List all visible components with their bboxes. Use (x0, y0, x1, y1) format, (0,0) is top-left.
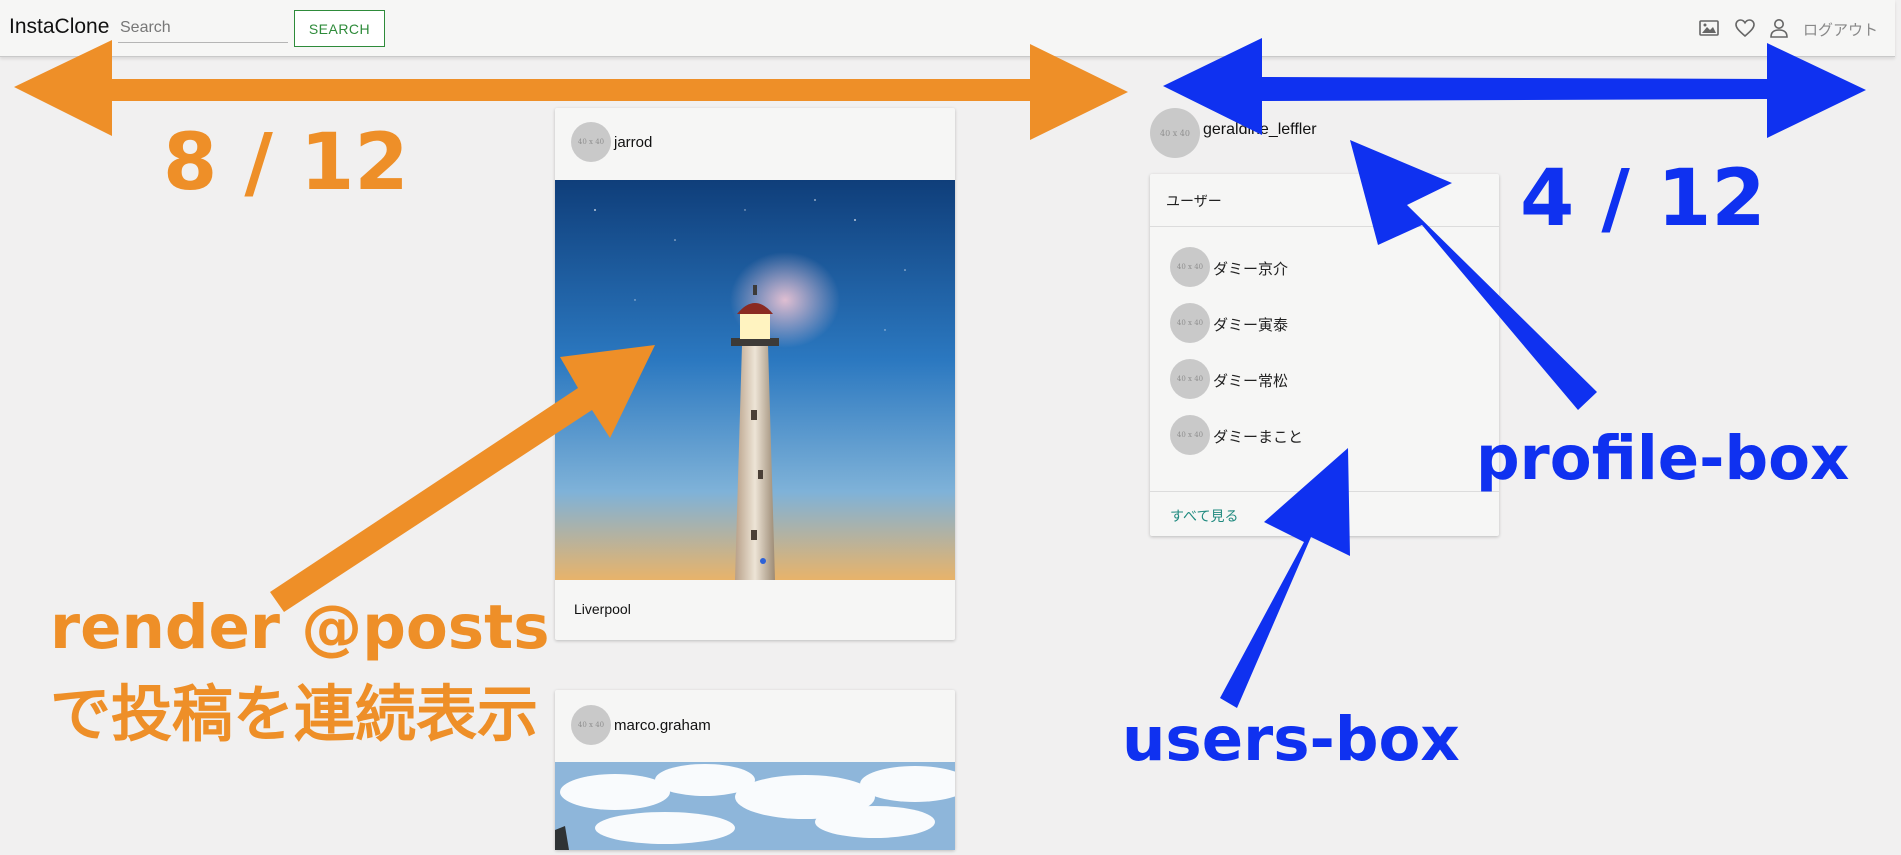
annotation-right-ratio: 4 / 12 (1520, 154, 1766, 244)
users-box-arrow (1220, 448, 1350, 708)
posts-arrow (270, 345, 655, 612)
annotation-render-posts-caption: で投稿を連続表示 (50, 679, 539, 750)
annotation-render-posts: render @posts (50, 592, 550, 663)
right-width-arrow (1163, 38, 1866, 138)
annotation-profile-box: profile-box (1476, 423, 1850, 494)
annotation-left-ratio: 8 / 12 (163, 118, 409, 208)
annotation-users-box: users-box (1122, 704, 1460, 775)
